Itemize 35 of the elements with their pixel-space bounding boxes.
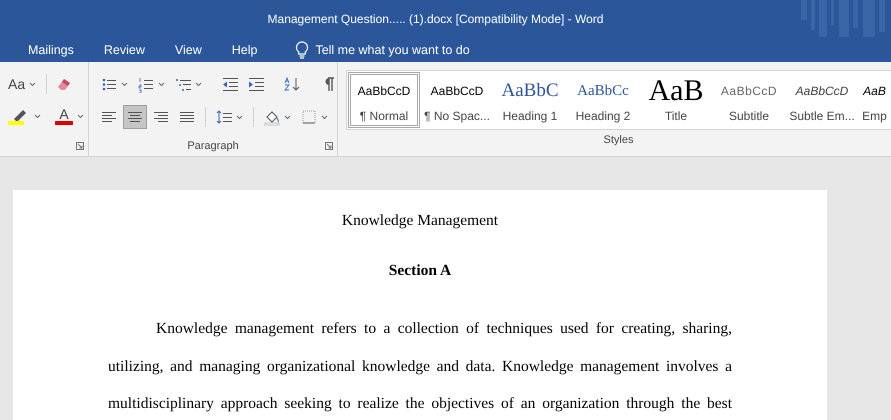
dialog-launcher-icon[interactable] [76, 142, 84, 150]
caret-icon [158, 82, 165, 86]
line-spacing-icon [216, 108, 232, 126]
document-title: Knowledge Management [340, 211, 500, 231]
increase-indent-icon [248, 76, 264, 92]
menu-tab[interactable]: View [166, 38, 210, 60]
menu-tab[interactable]: Review [96, 38, 153, 60]
bullets-icon [101, 76, 117, 92]
menu-tab[interactable]: Mailings [20, 38, 82, 60]
caret-icon[interactable] [34, 114, 41, 118]
caret-icon [77, 114, 84, 118]
section-heading: Section A [388, 261, 452, 281]
caret-icon [321, 114, 328, 120]
caret-icon [29, 82, 36, 86]
group-label: Styles [604, 134, 634, 146]
body-paragraph: Knowledge management refers to a collection of techniques used for creating, sharing, utilizing, and managing organizational knowledge and data. Knowledge management involves a multidisciplinary approach seeking to realize the objectives of an organization through the best [108, 319, 732, 414]
borders-icon [301, 108, 317, 126]
sort-icon [284, 76, 300, 92]
font-color-button[interactable]: A [53, 107, 86, 125]
align-center-button[interactable] [123, 105, 147, 129]
tell-me-search[interactable]: Tell me what you want to do [295, 40, 486, 58]
caret-icon [284, 114, 291, 120]
numbered-list-icon [138, 76, 154, 92]
menu-tab[interactable]: Help [224, 38, 266, 60]
lightbulb-icon [295, 40, 310, 58]
decrease-indent-icon [222, 76, 238, 92]
change-case-button[interactable]: Aa [6, 76, 38, 92]
dialog-launcher-icon[interactable] [325, 142, 333, 150]
paint-bucket-icon [264, 108, 280, 126]
style-option[interactable]: AaBbCcD ¶ Normal [348, 72, 420, 128]
caret-icon [236, 114, 243, 120]
group-label: Paragraph [187, 140, 239, 152]
caret-icon [121, 82, 128, 86]
window-title: Management Question..... (1).docx [Compatibility Mode] - Word [268, 12, 604, 26]
caret-icon [195, 82, 202, 86]
